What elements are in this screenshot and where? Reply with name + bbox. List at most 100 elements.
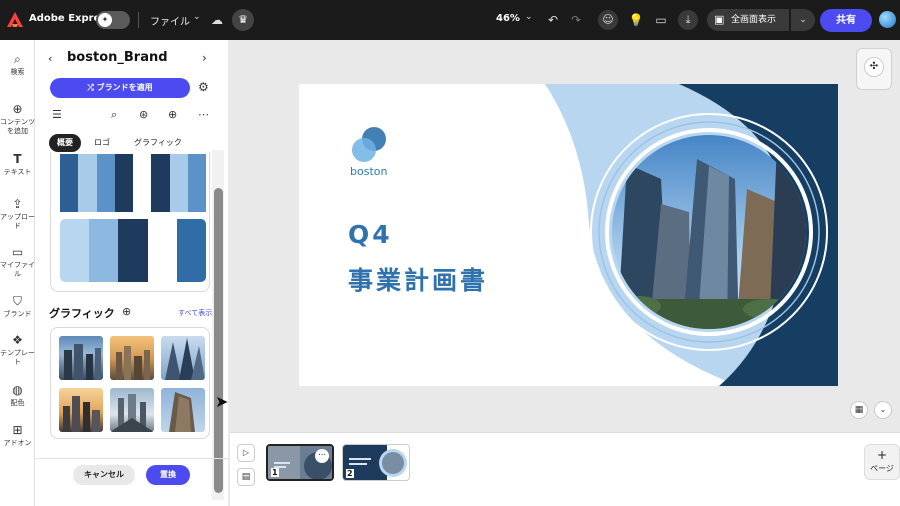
download-icon[interactable]: ⤓ bbox=[678, 10, 698, 30]
sparkle-icon: ✦ bbox=[98, 13, 112, 27]
comment-icon[interactable]: ▭ bbox=[651, 10, 671, 30]
rail-item-search[interactable]: ⌕ 検索 bbox=[0, 52, 35, 77]
present-label: 全画面表示 bbox=[731, 15, 777, 25]
add-page-button[interactable]: + ページ bbox=[864, 444, 900, 480]
expand-chevron-icon[interactable]: ⌄ bbox=[874, 401, 892, 419]
graphics-card bbox=[50, 327, 210, 439]
color-swatch[interactable] bbox=[187, 154, 206, 212]
color-swatch[interactable] bbox=[147, 219, 177, 282]
divider bbox=[138, 12, 139, 28]
slide-logo-text: boston bbox=[350, 165, 388, 178]
present-icon: ▣ bbox=[714, 13, 725, 26]
settings-icon[interactable]: ⚙ bbox=[198, 80, 209, 94]
present-button[interactable]: ▣ 全画面表示 bbox=[707, 9, 789, 31]
graphic-thumbnail[interactable] bbox=[161, 336, 205, 380]
add-icon[interactable]: ⊕ bbox=[168, 108, 177, 121]
invite-user-icon[interactable]: ☺ bbox=[598, 10, 618, 30]
slide-heading-line2: 事業計画書 bbox=[348, 266, 489, 295]
folder-icon: ▭ bbox=[11, 245, 24, 259]
replace-button[interactable]: 置換 bbox=[146, 465, 190, 485]
canvas-area: boston Q4 事業計画書 ✣ ▦ ⌄ bbox=[230, 40, 900, 432]
rail-item-templates[interactable]: ❖ テンプレート bbox=[0, 333, 35, 367]
upload-icon: ⇪ bbox=[12, 197, 23, 211]
rail-item-upload[interactable]: ⇪ アップロード bbox=[0, 197, 35, 231]
tab-overview[interactable]: 概要 bbox=[49, 134, 81, 152]
avatar[interactable] bbox=[879, 11, 896, 28]
graphic-thumbnail[interactable] bbox=[110, 336, 154, 380]
page-thumbnail-1[interactable]: 1 ⋯ bbox=[266, 444, 334, 481]
cloud-sync-icon[interactable]: ☁ bbox=[207, 10, 227, 30]
slide-canvas[interactable]: boston Q4 事業計画書 bbox=[299, 84, 838, 386]
graphic-thumbnail[interactable] bbox=[59, 336, 103, 380]
add-circle-icon: ⊕ bbox=[12, 102, 23, 116]
palette-row[interactable] bbox=[60, 219, 206, 282]
color-swatch[interactable] bbox=[176, 219, 206, 282]
more-icon[interactable]: ⋯ bbox=[315, 449, 329, 463]
color-swatch[interactable] bbox=[60, 154, 79, 212]
text-icon: T bbox=[13, 152, 22, 166]
zoom-level[interactable]: 46% bbox=[496, 13, 520, 24]
adobe-express-logo-icon[interactable] bbox=[6, 11, 24, 29]
left-rail: ⌕ 検索 ⊕ コンテンツを追加 T テキスト ⇪ アップロード ▭ マイファイル… bbox=[0, 40, 35, 506]
collapse-chevron-icon[interactable]: › bbox=[202, 51, 207, 65]
graphic-thumbnail[interactable] bbox=[59, 388, 103, 432]
palette-icon: ◍ bbox=[12, 383, 23, 397]
grid-view-icon[interactable]: ▦ bbox=[850, 401, 868, 419]
graphic-thumbnail[interactable] bbox=[110, 388, 154, 432]
brand-add-icon[interactable]: ⊛ bbox=[139, 108, 148, 121]
play-icon[interactable]: ▷ bbox=[237, 444, 255, 462]
zoom-chevron-icon[interactable]: ⌄ bbox=[525, 12, 533, 22]
tab-graphics[interactable]: グラフィック bbox=[134, 134, 182, 152]
rail-item-brand[interactable]: ⛉ ブランド bbox=[0, 294, 35, 319]
top-bar: Adobe Express ✦ ファイル ⌄ ☁ ♛ 46% ⌄ ↶ ↷ ☺ 💡… bbox=[0, 0, 900, 40]
see-all-link[interactable]: すべて表示 bbox=[178, 308, 212, 318]
present-options-chevron-icon[interactable]: ⌄ bbox=[791, 9, 815, 31]
adobe-express-app: Adobe Express ✦ ファイル ⌄ ☁ ♛ 46% ⌄ ↶ ↷ ☺ 💡… bbox=[0, 0, 900, 506]
undo-icon[interactable]: ↶ bbox=[543, 10, 563, 30]
pages-strip: ▷ ▤ 1 ⋯ 2 + ページ bbox=[230, 432, 900, 506]
file-menu[interactable]: ファイル bbox=[150, 13, 190, 28]
share-button[interactable]: 共有 bbox=[820, 9, 872, 32]
color-swatch[interactable] bbox=[60, 219, 90, 282]
color-swatch[interactable] bbox=[78, 154, 97, 212]
rail-item-colors[interactable]: ◍ 配色 bbox=[0, 383, 35, 408]
more-icon[interactable]: ⋯ bbox=[198, 108, 209, 121]
rail-item-add-content[interactable]: ⊕ コンテンツを追加 bbox=[0, 102, 35, 136]
brand-icon: ⛉ bbox=[12, 294, 22, 308]
graphic-thumbnail[interactable] bbox=[161, 388, 205, 432]
search-icon[interactable]: ⌕ bbox=[111, 108, 117, 122]
color-swatch[interactable] bbox=[118, 219, 148, 282]
notes-icon[interactable]: ▤ bbox=[237, 468, 255, 486]
color-swatch[interactable] bbox=[133, 154, 152, 212]
ai-toggle[interactable]: ✦ bbox=[96, 11, 130, 29]
logo-circle bbox=[352, 138, 376, 162]
lightbulb-icon[interactable]: 💡 bbox=[626, 10, 646, 30]
apply-brand-button[interactable]: ⤮ ブランドを適用 bbox=[50, 78, 190, 98]
color-swatch[interactable] bbox=[89, 219, 119, 282]
color-swatch[interactable] bbox=[96, 154, 115, 212]
crown-icon[interactable]: ♛ bbox=[232, 9, 254, 31]
back-chevron-icon[interactable]: ‹ bbox=[48, 52, 52, 65]
color-swatch[interactable] bbox=[151, 154, 170, 212]
panel-scrollbar[interactable] bbox=[214, 188, 223, 493]
rail-item-addons[interactable]: ⊞ アドオン bbox=[0, 423, 35, 448]
slide-heading-line1: Q4 bbox=[348, 220, 393, 249]
cancel-button[interactable]: キャンセル bbox=[73, 465, 135, 485]
palette-strip[interactable] bbox=[60, 154, 206, 212]
template-icon: ❖ bbox=[12, 333, 23, 347]
page-thumbnail-2[interactable]: 2 bbox=[342, 444, 410, 481]
tab-logo[interactable]: ロゴ bbox=[94, 134, 110, 152]
rail-item-text[interactable]: T テキスト bbox=[0, 152, 35, 177]
panel-title: boston_Brand bbox=[67, 50, 168, 65]
rail-item-my-files[interactable]: ▭ マイファイル bbox=[0, 245, 35, 279]
divider bbox=[35, 458, 228, 459]
sort-icon[interactable]: ☰ bbox=[52, 108, 62, 121]
brand-panel: ‹ boston_Brand › ⤮ ブランドを適用 ⚙ ☰ ⌕ ⊛ ⊕ ⋯ 概… bbox=[35, 40, 228, 506]
color-swatch[interactable] bbox=[169, 154, 188, 212]
search-icon: ⌕ bbox=[14, 52, 21, 66]
redo-icon[interactable]: ↷ bbox=[566, 10, 586, 30]
chevron-down-icon[interactable]: ⌄ bbox=[193, 12, 201, 22]
quick-actions-button[interactable]: ✣ bbox=[856, 48, 892, 90]
color-swatch[interactable] bbox=[114, 154, 133, 212]
add-graphic-icon[interactable]: ⊕ bbox=[122, 305, 131, 318]
